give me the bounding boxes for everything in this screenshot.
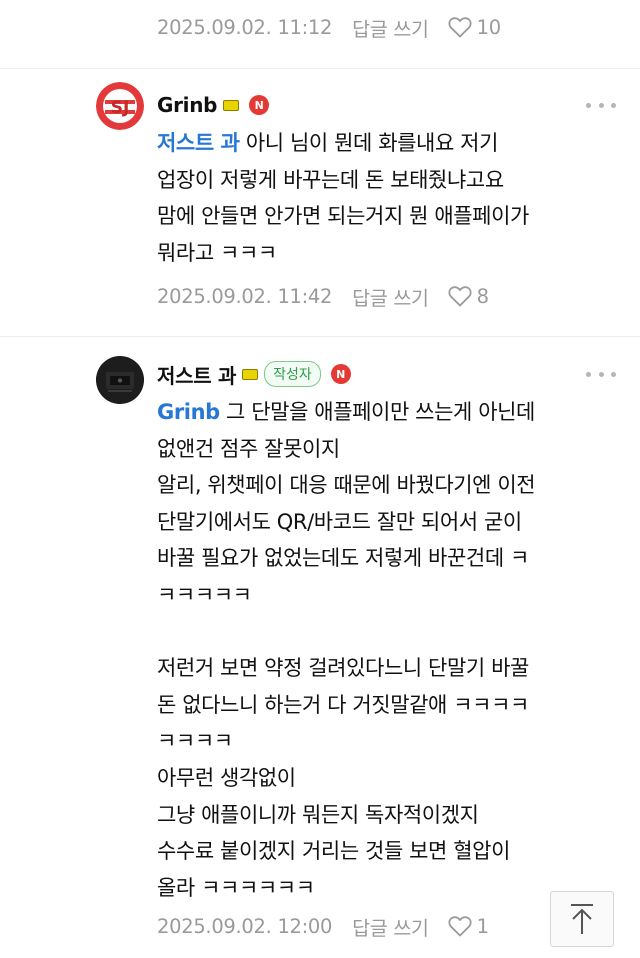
comment-content: Grinb 그 단말을 애플페이만 쓰는게 아닌데 없앤건 점주 잘못이지 알리… [157, 394, 607, 906]
like-count: 1 [476, 914, 489, 938]
comment-text: 그냥 애플이니까 뭐든지 독자적이겠지 [157, 802, 479, 827]
reply-button[interactable]: 답글 쓰기 [352, 13, 429, 42]
comment-content: 저스트 과 아니 님이 뭔데 화를내요 저기 업장이 저렇게 바꾸는데 돈 보태… [157, 125, 607, 271]
comment-text [157, 614, 607, 651]
heart-outline-icon [448, 916, 472, 937]
arrow-up-icon [571, 904, 593, 934]
heart-outline-icon [448, 286, 472, 307]
comment-date: 2025.09.02. 12:00 [157, 914, 333, 938]
comment-meta-row: 2025.09.02. 11:42 답글 쓰기 8 [157, 281, 489, 311]
comment-text: 없앤건 점주 잘못이지 [157, 436, 340, 461]
comment-text: 업장이 저렇게 바꾸는데 돈 보태줬냐고요 [157, 167, 504, 192]
mention-link[interactable]: 저스트 과 [157, 131, 240, 155]
comment-text: ㅋㅋㅋㅋㅋ [157, 582, 252, 607]
heart-outline-icon [448, 17, 472, 38]
like-button[interactable]: 1 [447, 914, 489, 938]
level-icon [242, 368, 259, 380]
divider [0, 68, 640, 69]
avatar-logo-text: SJ [111, 98, 130, 118]
comment-text: 뭐라고 ㅋㅋㅋ [157, 240, 277, 265]
more-dots-icon[interactable] [586, 366, 616, 382]
comment-text: 바꿀 필요가 없었는데도 저렇게 바꾼건데 ㅋ [157, 546, 529, 571]
comment-text: 아무런 생각없이 [157, 765, 296, 790]
comment-date: 2025.09.02. 11:12 [157, 15, 333, 39]
like-button[interactable]: 8 [447, 284, 489, 308]
comment-text: 돈 없다느니 하는거 다 거짓말같애 ㅋㅋㅋㅋ [157, 692, 529, 717]
comment-author-row: Grinb N [157, 90, 270, 120]
divider [0, 336, 640, 337]
reply-button[interactable]: 답글 쓰기 [352, 282, 429, 311]
like-button[interactable]: 10 [447, 15, 501, 39]
mention-link[interactable]: Grinb [157, 400, 220, 424]
comment-meta-row: 2025.09.02. 11:12 답글 쓰기 10 [157, 12, 501, 42]
more-dots-icon[interactable] [586, 97, 616, 113]
comment-text: 그 단말을 애플페이만 쓰는게 아닌데 [219, 400, 535, 424]
like-count: 8 [476, 284, 489, 308]
comment-text: 단말기에서도 QR/바코드 잘만 되어서 굳이 [157, 509, 522, 534]
comment-meta-row: 2025.09.02. 12:00 답글 쓰기 1 [157, 911, 489, 941]
level-icon [223, 99, 240, 111]
author-nickname[interactable]: Grinb [157, 93, 218, 117]
comment-text: 아니 님이 뭔데 화를내요 저기 [239, 131, 499, 155]
author-nickname[interactable]: 저스트 과 [157, 360, 236, 389]
scroll-top-button[interactable] [550, 891, 614, 947]
reply-button[interactable]: 답글 쓰기 [352, 912, 429, 941]
comment-text: 맘에 안들면 안가면 되는거지 뭔 애플페이가 [157, 204, 529, 229]
like-count: 10 [476, 15, 502, 39]
comment-text: 수수료 붙이겠지 거리는 것들 보면 혈압이 [157, 839, 511, 864]
new-badge-icon: N [249, 95, 270, 115]
avatar[interactable] [96, 356, 144, 404]
comment-text: 저런거 보면 약정 걸려있다느니 단말기 바꿀 [157, 656, 529, 681]
comment-author-row: 저스트 과 작성자 N [157, 359, 351, 389]
comment-text: 올라 ㅋㅋㅋㅋㅋㅋ [157, 875, 315, 900]
author-badge: 작성자 [264, 361, 321, 387]
new-badge-icon: N [330, 364, 351, 384]
comment-text: 알리, 위챗페이 대응 때문에 바꿨다기엔 이전 [157, 473, 536, 498]
avatar[interactable]: SJ [96, 82, 144, 130]
comment-text: ㅋㅋㅋㅋ [157, 729, 233, 754]
comment-date: 2025.09.02. 11:42 [157, 284, 333, 308]
